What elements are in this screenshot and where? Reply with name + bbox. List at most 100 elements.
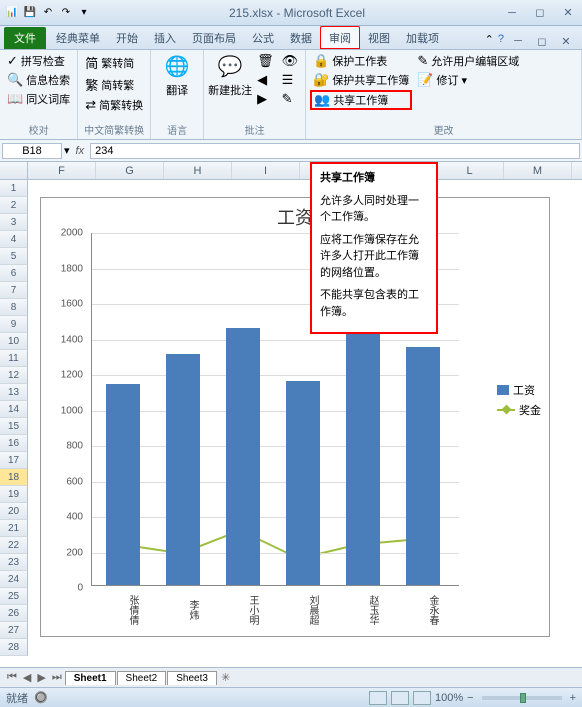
row-header[interactable]: 12 — [0, 367, 28, 384]
translate-button[interactable]: 🌐翻译 — [155, 52, 199, 126]
fx-icon[interactable]: fx — [70, 145, 91, 157]
showall-icon: ☰ — [282, 72, 294, 88]
save-icon[interactable]: 💾 — [22, 5, 38, 21]
undo-icon[interactable]: ↶ — [40, 5, 56, 21]
show-all-button[interactable]: ☰ — [279, 71, 302, 89]
show-comment-button[interactable]: 👁 — [279, 52, 302, 70]
protect-shared-button[interactable]: 🔐保护共享工作簿 — [310, 71, 412, 89]
tab-nav-next[interactable]: ▶ — [34, 671, 48, 684]
share-workbook-button[interactable]: 👥共享工作簿 — [310, 90, 412, 110]
x-label: 张倩倩 — [106, 590, 140, 630]
wb-min-button[interactable]: ─ — [508, 33, 528, 49]
wb-max-button[interactable]: ◻ — [532, 33, 552, 49]
thesaurus-button[interactable]: 📖同义词库 — [4, 90, 73, 108]
spellcheck-button[interactable]: ✓拼写检查 — [4, 52, 73, 70]
zoom-slider[interactable] — [482, 696, 562, 700]
row-header[interactable]: 21 — [0, 520, 28, 537]
new-comment-button[interactable]: 💬新建批注 — [208, 52, 252, 126]
col-header[interactable]: M — [504, 162, 572, 179]
col-header[interactable]: I — [232, 162, 300, 179]
row-header[interactable]: 8 — [0, 299, 28, 316]
next-comment-button[interactable]: ▶ — [254, 90, 277, 108]
tab-nav-last[interactable]: ⏭ — [49, 671, 65, 684]
sheet-tab[interactable]: Sheet2 — [117, 671, 167, 685]
tab-home[interactable]: 开始 — [108, 27, 146, 49]
close-button[interactable]: ✕ — [558, 5, 578, 21]
help-icon[interactable]: ? — [498, 33, 504, 49]
row-header[interactable]: 2 — [0, 197, 28, 214]
trad-to-simp-button[interactable]: 简繁转简 — [82, 52, 146, 73]
row-header[interactable]: 18 — [0, 469, 28, 486]
allow-edit-button[interactable]: ✎允许用户编辑区域 — [414, 52, 522, 70]
tab-classic[interactable]: 经典菜单 — [48, 27, 108, 49]
show-ink-button[interactable]: ✎ — [279, 90, 302, 108]
view-normal-button[interactable] — [369, 691, 387, 705]
research-button[interactable]: 🔍信息检索 — [4, 71, 73, 89]
row-header[interactable]: 4 — [0, 231, 28, 248]
prev-comment-button[interactable]: ◀ — [254, 71, 277, 89]
col-header[interactable]: H — [164, 162, 232, 179]
row-header[interactable]: 22 — [0, 537, 28, 554]
tab-file[interactable]: 文件 — [4, 27, 46, 49]
delete-comment-button[interactable]: 🗑 — [254, 52, 277, 70]
col-header[interactable]: F — [28, 162, 96, 179]
row-header[interactable]: 17 — [0, 452, 28, 469]
zoom-in-button[interactable]: + — [570, 692, 576, 704]
row-header[interactable]: 1 — [0, 180, 28, 197]
row-header[interactable]: 16 — [0, 435, 28, 452]
row-header[interactable]: 11 — [0, 350, 28, 367]
minimize-button[interactable]: ─ — [502, 5, 522, 21]
name-box[interactable]: B18 — [2, 143, 62, 159]
tab-view[interactable]: 视图 — [360, 27, 398, 49]
row-header[interactable]: 28 — [0, 639, 28, 656]
zoom-thumb[interactable] — [520, 693, 526, 703]
row-header[interactable]: 19 — [0, 486, 28, 503]
redo-icon[interactable]: ↷ — [58, 5, 74, 21]
col-header[interactable]: G — [96, 162, 164, 179]
x-label: 刘晨超 — [286, 590, 320, 630]
row-header[interactable]: 14 — [0, 401, 28, 418]
row-header[interactable]: 15 — [0, 418, 28, 435]
tab-review[interactable]: 审阅 — [320, 26, 360, 49]
wb-close-button[interactable]: ✕ — [556, 33, 576, 49]
tab-data[interactable]: 数据 — [282, 27, 320, 49]
window-controls: ─ ◻ ✕ — [502, 5, 578, 21]
restore-button[interactable]: ◻ — [530, 5, 550, 21]
row-header[interactable]: 27 — [0, 622, 28, 639]
row-header[interactable]: 9 — [0, 316, 28, 333]
zoom-out-button[interactable]: − — [467, 692, 473, 704]
row-header[interactable]: 3 — [0, 214, 28, 231]
row-header[interactable]: 13 — [0, 384, 28, 401]
chart[interactable]: 工资 工资 奖金 0200400600800100012001400160018… — [40, 197, 550, 637]
tab-nav-first[interactable]: ⏮ — [4, 671, 20, 684]
formula-input[interactable]: 234 — [90, 143, 580, 159]
tab-addin[interactable]: 加载项 — [398, 27, 447, 49]
sheet-tab[interactable]: Sheet3 — [167, 671, 217, 685]
row-header[interactable]: 23 — [0, 554, 28, 571]
row-header[interactable]: 25 — [0, 588, 28, 605]
new-sheet-button[interactable]: ✳ — [218, 671, 233, 684]
sheet-tab[interactable]: Sheet1 — [65, 671, 116, 685]
row-header[interactable]: 7 — [0, 282, 28, 299]
row-header[interactable]: 24 — [0, 571, 28, 588]
tab-formula[interactable]: 公式 — [244, 27, 282, 49]
row-header[interactable]: 6 — [0, 265, 28, 282]
select-all-corner[interactable] — [0, 162, 28, 179]
ribbon-min-icon[interactable]: ⌃ — [485, 33, 494, 49]
tab-layout[interactable]: 页面布局 — [184, 27, 244, 49]
row-header[interactable]: 10 — [0, 333, 28, 350]
tab-insert[interactable]: 插入 — [146, 27, 184, 49]
tooltip-text: 允许多人同时处理一个工作簿。 — [320, 193, 428, 226]
col-header[interactable]: L — [436, 162, 504, 179]
view-break-button[interactable] — [413, 691, 431, 705]
track-changes-button[interactable]: 📝修订 ▾ — [414, 71, 522, 89]
view-layout-button[interactable] — [391, 691, 409, 705]
row-header[interactable]: 26 — [0, 605, 28, 622]
simp-to-trad-button[interactable]: 繁简转繁 — [82, 74, 146, 95]
qat-more-icon[interactable]: ▾ — [76, 5, 92, 21]
convert-button[interactable]: ⇄简繁转换 — [82, 96, 146, 114]
protect-sheet-button[interactable]: 🔒保护工作表 — [310, 52, 412, 70]
row-header[interactable]: 20 — [0, 503, 28, 520]
row-header[interactable]: 5 — [0, 248, 28, 265]
tab-nav-prev[interactable]: ◀ — [20, 671, 34, 684]
